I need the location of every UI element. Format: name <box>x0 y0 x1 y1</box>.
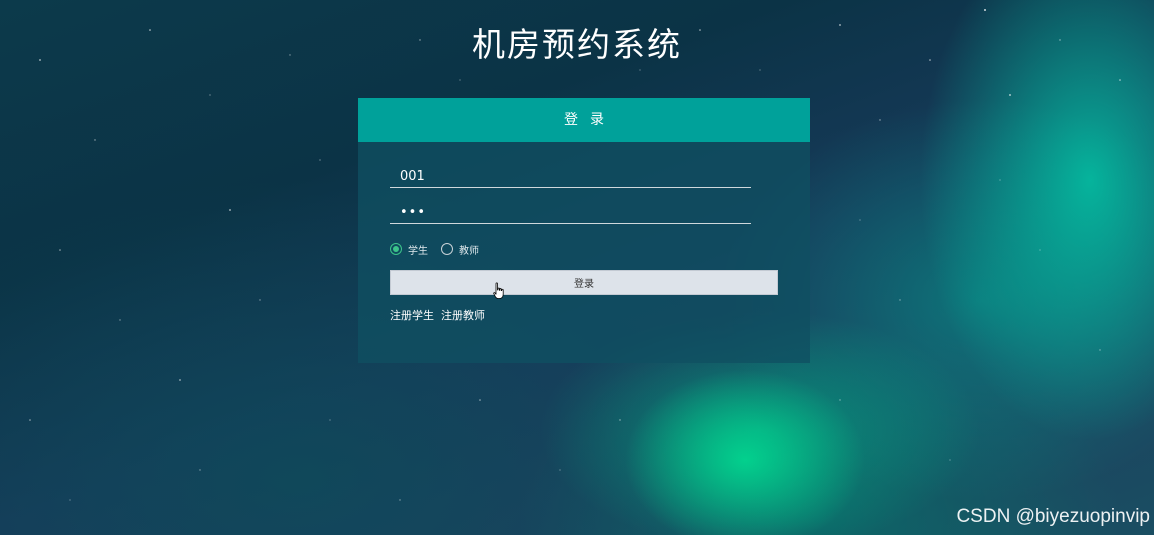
login-page: 机房预约系统 登录 学生 教师 登录 注册学生 注册教师 CSDN @biyez… <box>0 0 1154 535</box>
role-option-student[interactable]: 学生 <box>390 242 428 257</box>
login-button[interactable]: 登录 <box>390 270 778 295</box>
login-panel: 登录 学生 教师 登录 注册学生 注册教师 <box>358 98 810 363</box>
register-student-link[interactable]: 注册学生 <box>390 307 434 323</box>
password-input[interactable] <box>390 202 751 224</box>
role-radio-group: 学生 教师 <box>390 241 492 257</box>
role-label-student: 学生 <box>408 245 428 257</box>
page-title: 机房预约系统 <box>472 25 682 64</box>
register-teacher-link[interactable]: 注册教师 <box>441 307 485 323</box>
role-option-teacher[interactable]: 教师 <box>441 242 479 257</box>
radio-checked-icon[interactable] <box>390 243 402 255</box>
login-panel-header: 登录 <box>358 98 810 142</box>
radio-unchecked-icon[interactable] <box>441 243 453 255</box>
role-label-teacher: 教师 <box>459 245 479 257</box>
watermark-text: CSDN @biyezuopinvip <box>956 506 1150 527</box>
register-links: 注册学生 注册教师 <box>390 307 492 323</box>
account-input[interactable] <box>390 166 751 188</box>
hand-pointer-cursor-icon <box>493 282 504 299</box>
